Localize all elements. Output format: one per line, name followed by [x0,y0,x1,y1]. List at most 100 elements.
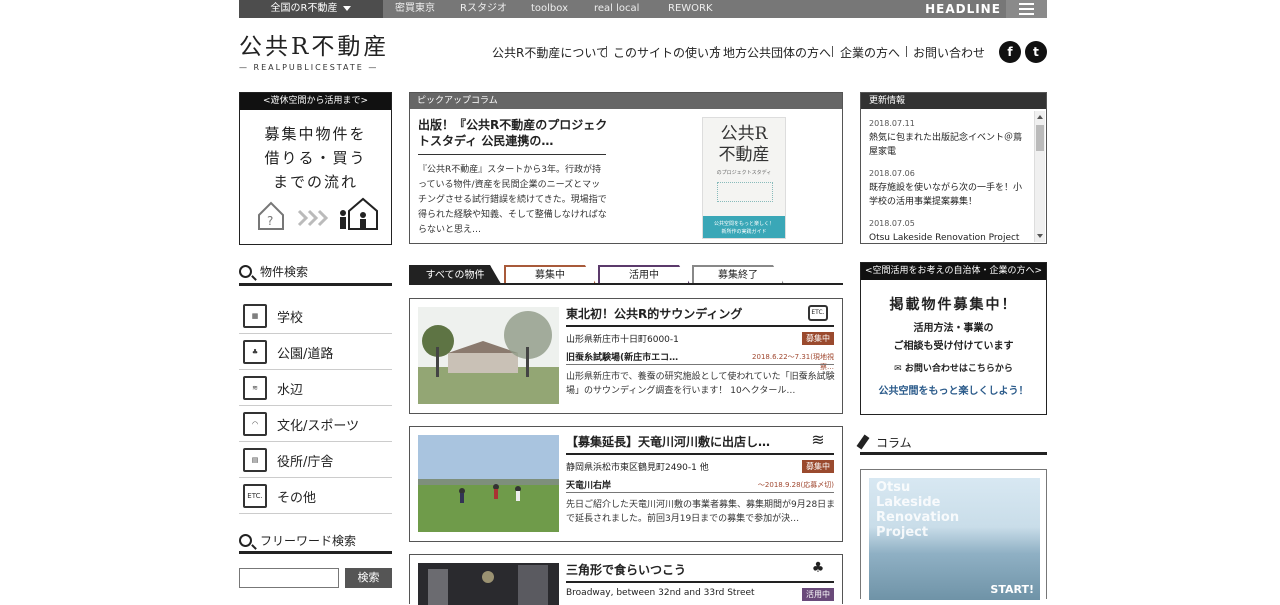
pickup-title[interactable]: 出版！『公共R不動産のプロジェクトスタディ 公民連携の… [418,117,608,149]
gnav-local-gov[interactable]: 地方公共団体の方へ [723,44,831,61]
logo-jp: 公共R不動産 [239,34,390,60]
freeword-input[interactable] [239,568,339,588]
pencil-icon [856,434,870,450]
tab-closed[interactable]: 募集終了 [692,265,784,284]
card-rule [566,364,834,365]
column-card[interactable]: Otsu Lakeside Renovation Project START! [860,469,1047,600]
house-flow-illustration: ? [258,197,378,230]
column-title: コラム [856,434,912,451]
park-icon: ♣ [243,340,267,364]
topnav-link[interactable]: Rスタジオ [460,0,507,18]
listing-recruit-banner[interactable]: <空間活用をお考えの自治体・企業の方へ> 掲載物件募集中！ 活用方法・事業の ご… [860,262,1047,415]
column-image-text: Otsu Lakeside Renovation Project [876,480,960,540]
gnav-separator [716,46,717,57]
property-search-title: 物件検索 [239,263,308,280]
gnav-contact[interactable]: お問い合わせ [913,44,985,61]
pickup-column[interactable]: ピックアップコラム 出版！『公共R不動産のプロジェクトスタディ 公民連携の… 『… [409,92,843,244]
waterside-icon: ≋ [243,376,267,400]
flow-banner[interactable]: <遊休空間から活用まで> 募集中物件を 借りる・買う までの流れ ? [239,92,392,245]
card-rule [566,325,834,327]
headline-link[interactable]: HEADLINE [924,0,1002,18]
list-item[interactable]: 2018.07.11 熱気に包まれた出版記念イベント＠蔦屋家電 [869,119,1029,159]
scroll-down-icon[interactable] [1037,234,1043,238]
category-park[interactable]: ♣ 公園/道路 [239,334,392,370]
list-item[interactable]: 2018.07.06 既存施設を使いながら次の一手を！小学校の活用事業提案募集！ [869,169,1029,209]
list-item[interactable]: 2018.07.05 Otsu Lakeside Renovation Proje… [869,219,1029,249]
property-photo[interactable] [418,307,559,404]
property-title[interactable]: 東北初！公共R的サウンディング [566,306,791,322]
recruit-banner-title: 掲載物件募集中！ [889,297,1018,313]
property-period: 〜2018.9.28(応募〆切) [757,481,834,489]
section-rule [860,452,1047,455]
property-card[interactable]: 【募集延長】天竜川河川敷に出店し… ≋ 静岡県浜松市東区鶴見町2490-1 他 … [409,426,843,542]
book-illustration [717,182,773,202]
gnav-about[interactable]: 公共R不動産について [492,44,608,61]
category-office[interactable]: ▤ 役所/庁舎 [239,442,392,478]
region-dropdown[interactable]: 全国のR不動産 [239,0,383,18]
recruit-banner-text: 活用方法・事業の ご相談も受け付けています [893,323,1014,352]
flow-banner-head: <遊休空間から活用まで> [240,93,391,110]
category-school[interactable]: ▦ 学校 [239,298,392,334]
card-rule [566,581,834,583]
facebook-icon[interactable]: f [999,41,1021,63]
recruit-banner-tagline: 公共空間をもっと楽しくしよう！ [878,386,1029,397]
property-description: 先日ご紹介した天竜川河川敷の事業者募集、募集期間が9月28日まで延長されました。… [566,500,836,524]
scroll-up-icon[interactable] [1037,115,1043,119]
twitter-icon[interactable]: t [1025,41,1047,63]
freeword-search-button[interactable]: 検索 [345,568,392,588]
culture-icon: ◠ [243,412,267,436]
status-badge: 活用中 [802,588,834,601]
topnav-link[interactable]: 密買東京 [395,0,435,18]
property-subtitle: 天竜川右岸 [566,481,612,491]
gnav-separator [832,46,833,57]
property-title[interactable]: 【募集延長】天竜川河川敷に出店し… [566,434,791,450]
category-waterside[interactable]: ≋ 水辺 [239,370,392,406]
waterside-icon: ≋ [811,430,825,449]
section-rule [239,551,392,554]
updates-panel: 更新情報 2018.07.11 熱気に包まれた出版記念イベント＠蔦屋家電 2018… [860,92,1047,244]
flow-banner-text: 募集中物件を 借りる・買う までの流れ [264,125,367,191]
tabs-baseline [409,283,843,285]
property-card[interactable]: 東北初！公共R的サウンディング ETC. 山形県新庄市十日町6000-1 募集中… [409,298,843,414]
category-culture[interactable]: ◠ 文化/スポーツ [239,406,392,442]
property-subtitle: 旧蚕糸試験場(新庄市エコ… [566,353,679,363]
gnav-howto[interactable]: このサイトの使い方 [613,44,721,61]
topnav-link[interactable]: REWORK [668,0,713,18]
search-icon [239,265,252,278]
book-band: 公共空間をもっと楽しく！ 新所作の実践ガイド [703,216,785,238]
menu-icon[interactable] [1006,0,1047,18]
school-icon: ▦ [243,304,267,328]
office-icon: ▤ [243,448,267,472]
top-bar: 全国のR不動産 密買東京 Rスタジオ toolbox real local RE… [0,0,1280,18]
book-subtitle: のプロジェクトスタディ [716,170,772,176]
tab-recruiting[interactable]: 募集中 [504,265,596,284]
category-etc[interactable]: ETC. その他 [239,478,392,514]
site-logo[interactable]: 公共R不動産 — REALPUBLICESTATE — [239,34,394,72]
contact-link[interactable]: ✉ お問い合わせはこちらから [861,361,1046,374]
gnav-separator [606,46,607,57]
property-tabs: すべての物件 募集中 活用中 募集終了 [409,265,843,285]
property-photo[interactable] [418,435,559,532]
book-cover-image[interactable]: 公共R 不動産 のプロジェクトスタディ 公共空間をもっと楽しく！ 新所作の実践ガ… [702,117,786,239]
gnav-company[interactable]: 企業の方へ [840,44,900,61]
search-icon [239,534,252,547]
book-title: 公共R 不動産 [718,124,770,165]
tab-in-use[interactable]: 活用中 [598,265,690,284]
pickup-text: 『公共R不動産』スタートから3年。行政が持っている物件/資産を民間企業のニーズと… [418,165,607,235]
property-address: 山形県新庄市十日町6000-1 [566,335,679,345]
card-rule [566,492,834,493]
property-card[interactable]: 三角形で食らいつこう ♣ Broadway, between 32nd and … [409,554,843,605]
scroll-thumb[interactable] [1036,125,1044,151]
etc-icon: ETC. [808,305,828,321]
updates-scrollbar[interactable] [1034,111,1045,242]
column-image[interactable]: Otsu Lakeside Renovation Project START! [869,478,1040,600]
topnav-link[interactable]: real local [594,0,639,18]
property-title[interactable]: 三角形で食らいつこう [566,562,791,578]
tab-all[interactable]: すべての物件 [409,265,501,284]
updates-list: 2018.07.11 熱気に包まれた出版記念イベント＠蔦屋家電 2018.07.0… [869,119,1029,259]
logo-en: — REALPUBLICESTATE — [239,63,379,72]
recruit-banner-head: <空間活用をお考えの自治体・企業の方へ> [861,263,1046,280]
topnav-link[interactable]: toolbox [531,0,568,18]
status-badge: 募集中 [802,332,834,345]
pickup-head: ピックアップコラム [410,93,842,109]
